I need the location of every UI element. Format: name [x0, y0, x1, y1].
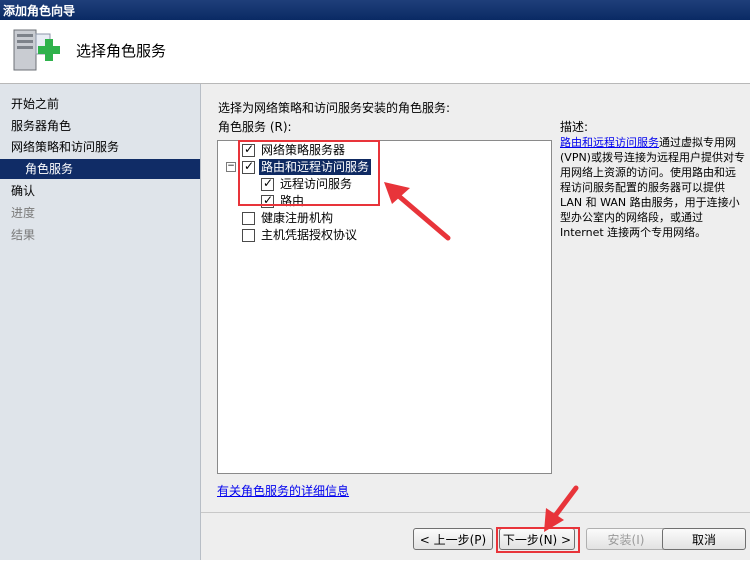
- step-role-services[interactable]: 角色服务: [0, 159, 200, 179]
- wizard-step-sidebar: 开始之前 服务器角色 网络策略和访问服务 角色服务 确认 进度 结果: [0, 84, 201, 560]
- role-services-label: 角色服务 (R):: [218, 120, 292, 134]
- cancel-button[interactable]: 取消: [662, 528, 746, 550]
- window-title: 添加角色向导: [3, 4, 76, 18]
- collapse-icon[interactable]: −: [226, 162, 236, 172]
- description-link[interactable]: 路由和远程访问服务: [560, 136, 659, 149]
- step-confirmation[interactable]: 确认: [11, 181, 35, 201]
- page-title: 选择角色服务: [76, 42, 167, 60]
- install-button[interactable]: 安装(I): [586, 528, 666, 550]
- service-label: 路由: [280, 194, 305, 208]
- checkmark-icon: ✓: [244, 159, 255, 173]
- step-network-policy-access[interactable]: 网络策略和访问服务: [11, 137, 119, 157]
- step-server-roles[interactable]: 服务器角色: [11, 116, 71, 136]
- step-progress: 进度: [11, 206, 36, 220]
- checkbox-hcap[interactable]: [242, 229, 255, 242]
- checkbox-nps[interactable]: ✓: [242, 142, 255, 157]
- server-add-icon: [13, 29, 60, 71]
- service-label: 网络策略服务器: [261, 143, 346, 157]
- prev-button[interactable]: < 上一步(P): [413, 528, 493, 550]
- wizard-header: 选择角色服务: [0, 20, 750, 84]
- more-info-link[interactable]: 有关角色服务的详细信息: [217, 482, 349, 499]
- next-button[interactable]: 下一步(N) >: [499, 528, 575, 550]
- service-label: 主机凭据授权协议: [261, 228, 358, 242]
- step-before-you-begin[interactable]: 开始之前: [11, 94, 59, 114]
- checkbox-hra[interactable]: [242, 212, 255, 225]
- role-services-tree[interactable]: ✓ 网络策略服务器 − ✓ 路由和远程访问服务 ✓ 远程访问服务 ✓ 路由 健康…: [217, 140, 552, 474]
- service-label: 远程访问服务: [280, 177, 353, 191]
- service-label: 健康注册机构: [261, 211, 334, 225]
- checkbox-remote-access[interactable]: ✓: [261, 176, 274, 191]
- service-label-selected: 路由和远程访问服务: [259, 159, 372, 175]
- checkbox-routing[interactable]: ✓: [261, 193, 274, 208]
- description-text: 路由和远程访问服务通过虚拟专用网(VPN)或拨号连接为远程用户提供对专用网络上资…: [560, 135, 746, 240]
- instruction-text: 选择为网络策略和访问服务安装的角色服务:: [218, 101, 451, 115]
- checkbox-rras[interactable]: ✓: [242, 159, 255, 174]
- window-titlebar: 添加角色向导: [0, 0, 750, 20]
- step-results: 结果: [11, 228, 36, 242]
- wizard-content: 选择为网络策略和访问服务安装的角色服务: 角色服务 (R): ✓ 网络策略服务器…: [201, 84, 750, 560]
- description-body: 通过虚拟专用网(VPN)或拨号连接为远程用户提供对专用网络上资源的访问。使用路由…: [560, 136, 745, 239]
- checkmark-icon: ✓: [263, 176, 274, 190]
- description-label: 描述:: [560, 120, 589, 134]
- checkmark-icon: ✓: [244, 142, 255, 156]
- checkmark-icon: ✓: [263, 193, 274, 207]
